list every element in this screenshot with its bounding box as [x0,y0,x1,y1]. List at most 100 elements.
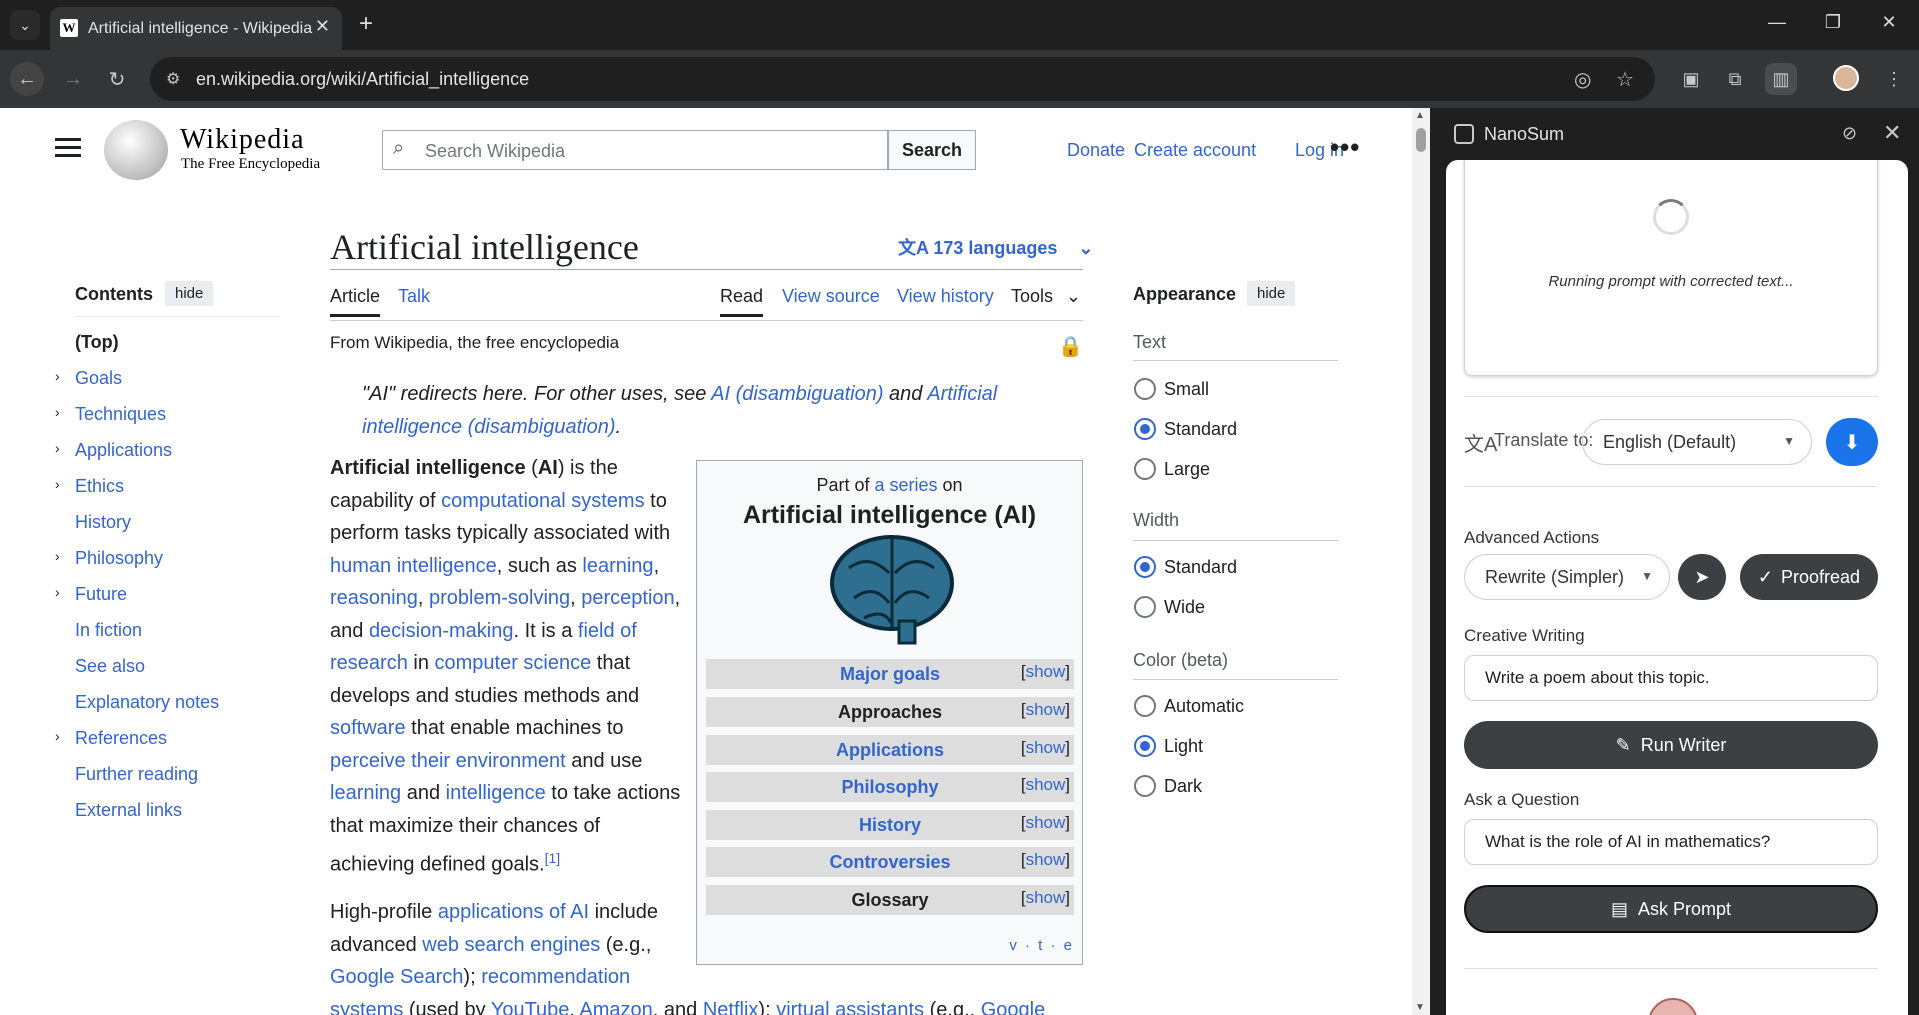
toc-item-techniques[interactable]: Techniques [75,404,166,425]
link[interactable]: web search engines [422,934,600,956]
citation-link[interactable]: [1] [545,850,561,866]
close-window-button[interactable]: ✕ [1874,12,1904,33]
chevron-right-icon[interactable]: › [55,548,60,564]
link[interactable]: systems [330,999,403,1015]
lock-icon[interactable]: 🔒 [1058,334,1083,359]
show-toggle[interactable]: [show] [1021,775,1070,795]
show-toggle[interactable]: [show] [1021,738,1070,758]
infobox-row-major-goals[interactable]: Major goals [show] [706,659,1074,689]
show-toggle[interactable]: [show] [1021,662,1070,682]
create-account-link[interactable]: Create account [1134,140,1256,161]
chevron-right-icon[interactable]: › [55,584,60,600]
profile-avatar[interactable] [1833,65,1859,91]
chevron-right-icon[interactable]: › [55,404,60,420]
close-tab-icon[interactable]: ✕ [315,16,330,37]
toc-item-future[interactable]: Future [75,584,127,605]
radio-width-wide[interactable] [1134,596,1156,618]
row-label[interactable]: Philosophy [706,777,1074,798]
download-button[interactable]: ⬇ [1826,418,1878,466]
toc-item-philosophy[interactable]: Philosophy [75,548,163,569]
extensions-puzzle-icon[interactable]: ⧉ [1719,63,1751,95]
chevron-right-icon[interactable]: › [55,440,60,456]
more-options-icon[interactable]: ••• [1330,132,1360,163]
show-link[interactable]: show [1026,700,1066,719]
reload-button[interactable]: ↻ [100,62,134,96]
site-info-icon[interactable]: ⚙ [166,69,180,89]
ask-prompt-button[interactable]: ▤ Ask Prompt [1464,885,1878,933]
toc-item-explanatory-notes[interactable]: Explanatory notes [75,692,219,713]
link[interactable]: intelligence [446,782,546,804]
radio-color-light[interactable] [1134,735,1156,757]
chevron-right-icon[interactable]: › [55,728,60,744]
infobox-row-philosophy[interactable]: Philosophy [show] [706,772,1074,802]
radio-color-dark[interactable] [1134,775,1156,797]
proofread-button[interactable]: ✓ Proofread [1740,554,1878,600]
toc-item-references[interactable]: References [75,728,167,749]
toc-item-see-also[interactable]: See also [75,656,145,677]
toc-item-external-links[interactable]: External links [75,800,182,821]
show-link[interactable]: show [1026,813,1066,832]
tab-talk[interactable]: Talk [398,286,430,307]
rewrite-select[interactable]: Rewrite (Simpler) ▼ [1464,554,1670,600]
link[interactable]: perception [581,587,674,609]
show-toggle[interactable]: [show] [1021,888,1070,908]
toc-item-top[interactable]: (Top) [75,332,119,353]
languages-button[interactable]: 文A 173 languages ⌄ [898,234,1094,260]
infobox-row-controversies[interactable]: Controversies [show] [706,847,1074,877]
contents-hide-button[interactable]: hide [165,281,214,306]
link[interactable]: applications of AI [438,901,589,923]
toc-item-goals[interactable]: Goals [75,368,122,389]
side-panel-icon[interactable]: ▥ [1765,63,1797,95]
link[interactable]: computer science [435,652,592,674]
link[interactable]: perceive their environment [330,750,566,772]
series-link[interactable]: a series [874,475,937,495]
tab-search-button[interactable]: ⌄ [10,10,40,40]
language-select[interactable]: English (Default) ▼ [1582,419,1812,465]
brain-image[interactable] [829,533,955,645]
link[interactable]: human intelligence [330,555,497,577]
chevron-right-icon[interactable]: › [55,368,60,384]
tab-view-history[interactable]: View history [897,286,994,307]
menu-kebab-icon[interactable]: ⋮ [1878,63,1910,95]
chevron-right-icon[interactable]: › [55,476,60,492]
minimize-button[interactable]: — [1762,12,1792,33]
close-panel-icon[interactable]: ✕ [1883,120,1901,146]
toc-item-in-fiction[interactable]: In fiction [75,620,142,641]
radio-text-standard[interactable] [1134,418,1156,440]
appearance-hide-button[interactable]: hide [1247,281,1296,306]
wikipedia-wordmark[interactable]: Wikipedia [180,124,305,156]
unpin-icon[interactable]: ⊘ [1842,123,1857,144]
infobox-row-applications[interactable]: Applications [show] [706,735,1074,765]
new-tab-button[interactable]: + [352,10,380,38]
main-menu-icon[interactable] [55,138,81,158]
restore-button[interactable]: ❐ [1818,12,1848,33]
link[interactable]: YouTube [491,999,570,1015]
tab-view-source[interactable]: View source [782,286,880,307]
infobox-row-approaches[interactable]: Approaches [show] [706,697,1074,727]
row-label[interactable]: Applications [706,740,1074,761]
infobox-row-history[interactable]: History [show] [706,810,1074,840]
link[interactable]: Netflix [703,999,759,1015]
radio-color-automatic[interactable] [1134,695,1156,717]
scroll-up-icon[interactable]: ▲ [1415,110,1425,121]
toc-item-history[interactable]: History [75,512,131,533]
show-toggle[interactable]: [show] [1021,813,1070,833]
search-input[interactable]: ⌕ Search Wikipedia [382,130,888,170]
ai-disambiguation-link[interactable]: AI (disambiguation) [711,383,883,405]
address-bar[interactable]: ⚙ en.wikipedia.org/wiki/Artificial_intel… [150,57,1655,101]
wikipedia-globe-logo[interactable] [104,120,168,180]
search-button[interactable]: Search [888,130,976,170]
show-link[interactable]: show [1026,662,1066,681]
toc-item-ethics[interactable]: Ethics [75,476,124,497]
extension-icon[interactable]: ▣ [1675,63,1707,95]
tab-article[interactable]: Article [330,286,381,317]
show-toggle[interactable]: [show] [1021,700,1070,720]
forward-button[interactable]: → [56,62,90,96]
link[interactable]: virtual assistants [776,999,924,1015]
send-button[interactable]: ➤ [1678,554,1726,600]
back-button[interactable]: ← [10,62,44,96]
radio-width-standard[interactable] [1134,556,1156,578]
row-label[interactable]: Major goals [706,664,1074,685]
eye-off-icon[interactable]: ◎ [1574,67,1591,92]
link[interactable]: computational systems [441,490,644,512]
